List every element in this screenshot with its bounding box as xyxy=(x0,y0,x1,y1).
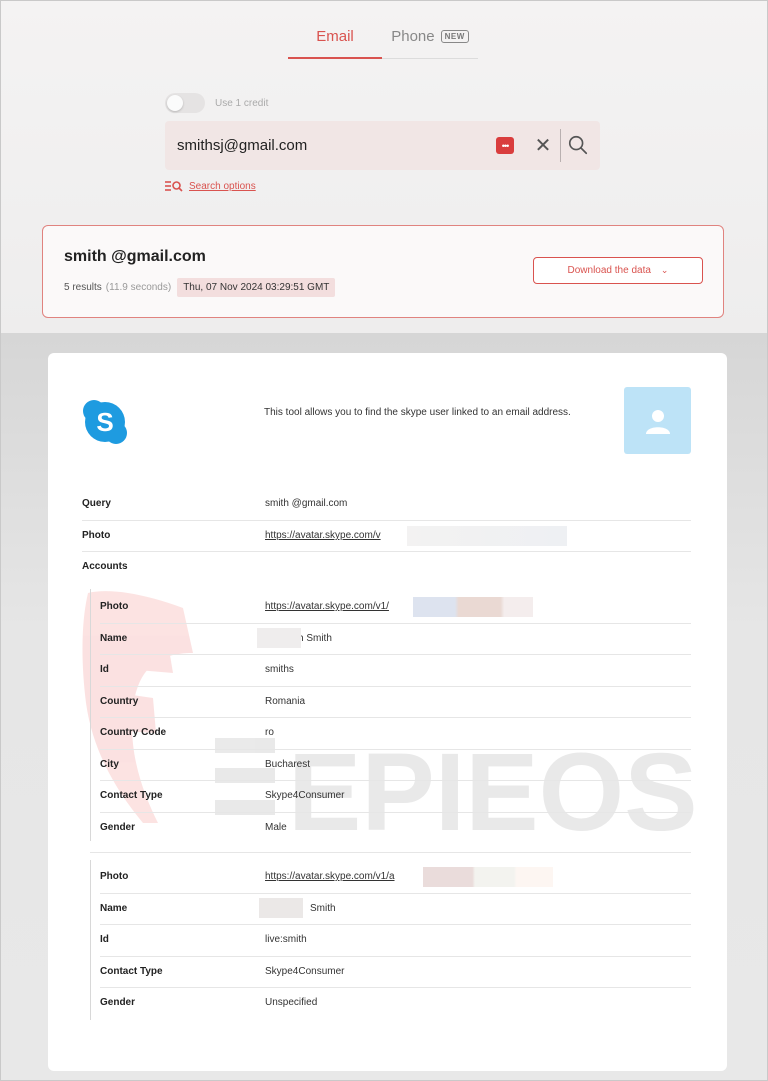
account-field-label: Contact Type xyxy=(100,790,163,801)
account-field-value: Smith xyxy=(310,902,336,914)
query-label: Query xyxy=(82,498,111,509)
search-options-icon xyxy=(165,181,183,192)
credit-toggle-row: Use 1 credit xyxy=(165,93,268,113)
account-field-row: Contact Type Skype4Consumer xyxy=(100,956,691,987)
row-divider xyxy=(90,852,691,853)
user-icon xyxy=(645,409,670,434)
tab-phone[interactable]: Phone NEW xyxy=(382,14,478,58)
avatar xyxy=(624,387,691,454)
account-field-label: Name xyxy=(100,902,128,914)
account-field-label: Id xyxy=(100,934,109,945)
account-field-row: Photo https://avatar.skype.com/v1/a xyxy=(100,861,691,892)
account-field-label: Photo xyxy=(100,601,129,612)
account-field-row: Country Romania xyxy=(100,686,691,717)
redacted-block xyxy=(413,596,533,617)
photo-link[interactable]: https://avatar.skype.com/v xyxy=(265,530,381,541)
query-row: Query smith @gmail.com xyxy=(82,488,691,519)
tab-email-label: Email xyxy=(316,27,354,45)
account-field-value: Romania xyxy=(265,695,306,707)
account-group-border xyxy=(90,860,91,1020)
account-field-label: Gender xyxy=(100,997,136,1008)
chevron-down-icon: ⌄ xyxy=(660,265,669,275)
account-field-label: Id xyxy=(100,664,109,675)
account-field-row: Gender Unspecified xyxy=(100,987,691,1018)
account-field-label: Name xyxy=(100,632,128,644)
account-field-row: Contact Type Skype4Consumer xyxy=(100,780,691,811)
download-data-label: Download the data xyxy=(567,265,651,276)
account-field-value: smiths xyxy=(265,664,294,675)
tab-phone-label: Phone xyxy=(391,27,435,45)
photo-label: Photo xyxy=(82,530,111,541)
account-field-label: City xyxy=(100,758,119,770)
account-field-value: ro xyxy=(265,727,274,738)
account-field-label: Contact Type xyxy=(100,965,163,977)
account-field-value: Bucharest xyxy=(265,758,311,770)
redacted-block xyxy=(259,898,303,918)
skype-module-card: EPIEOS S This tool allows you to find th… xyxy=(48,353,727,1071)
download-data-button[interactable]: Download the data ⌄ xyxy=(533,257,703,284)
photo-row: Photo https://avatar.skype.com/v xyxy=(82,520,691,551)
tab-email[interactable]: Email xyxy=(288,14,382,59)
account-field-value: Skype4Consumer xyxy=(265,790,345,801)
account-photo-link[interactable]: https://avatar.skype.com/v1/ xyxy=(265,601,389,612)
query-value: smith @gmail.com xyxy=(265,498,348,509)
account-field-label: Country xyxy=(100,695,139,707)
search-type-tabs: Email Phone NEW xyxy=(288,14,478,60)
search-input[interactable] xyxy=(177,133,477,157)
module-description: This tool allows you to find the skype u… xyxy=(264,407,571,418)
close-icon[interactable]: ✕ xyxy=(532,134,554,157)
redacted-block xyxy=(423,866,553,887)
search-box: ••• ✕ xyxy=(165,121,600,170)
new-badge: NEW xyxy=(440,29,469,43)
accounts-row: Accounts xyxy=(82,551,691,582)
accounts-label: Accounts xyxy=(82,561,128,572)
search-options-link[interactable]: Search options xyxy=(165,180,256,192)
result-date-chip: Thu, 07 Nov 2024 03:29:51 GMT xyxy=(177,278,336,297)
account-field-row: Name Smith xyxy=(100,893,691,924)
search-divider xyxy=(560,129,561,162)
skype-icon: S xyxy=(83,400,127,444)
account-field-row: Id live:smith xyxy=(100,924,691,955)
result-count: 5 results xyxy=(64,282,102,293)
account-field-value: live:smith xyxy=(265,934,307,945)
account-field-row: Country Code ro xyxy=(100,717,691,748)
result-email: smith @gmail.com xyxy=(64,248,206,265)
account-field-value: Unspecified xyxy=(265,997,318,1008)
svg-text:S: S xyxy=(96,407,113,437)
result-meta: 5 results (11.9 seconds) Thu, 07 Nov 202… xyxy=(64,278,336,297)
password-manager-icon[interactable]: ••• xyxy=(496,137,514,154)
account-field-label: Gender xyxy=(100,821,136,833)
account-field-row: Photo https://avatar.skype.com/v1/ xyxy=(100,591,691,622)
result-duration: (11.9 seconds) xyxy=(105,282,172,293)
account-group-border xyxy=(90,589,91,841)
account-field-row: Name h Smith xyxy=(100,623,691,654)
use-credit-label: Use 1 credit xyxy=(215,97,269,109)
redacted-block xyxy=(407,525,567,546)
search-icon[interactable] xyxy=(567,134,589,156)
account-field-row: City Bucharest xyxy=(100,749,691,780)
result-summary-card: smith @gmail.com 5 results (11.9 seconds… xyxy=(42,225,724,318)
account-field-row: Gender Male xyxy=(100,812,691,843)
account-field-label: Country Code xyxy=(100,727,167,738)
account-field-value: Male xyxy=(265,821,287,833)
account-field-label: Photo xyxy=(100,871,129,882)
search-options-label: Search options xyxy=(189,180,256,192)
use-credit-toggle[interactable] xyxy=(165,93,205,113)
account-field-value: h Smith xyxy=(298,632,332,644)
toggle-knob xyxy=(167,95,183,111)
account-field-row: Id smiths xyxy=(100,654,691,685)
redacted-block xyxy=(257,628,301,648)
tab-underline xyxy=(382,58,478,59)
account-photo-link[interactable]: https://avatar.skype.com/v1/a xyxy=(265,871,395,882)
account-field-value: Skype4Consumer xyxy=(265,965,345,977)
